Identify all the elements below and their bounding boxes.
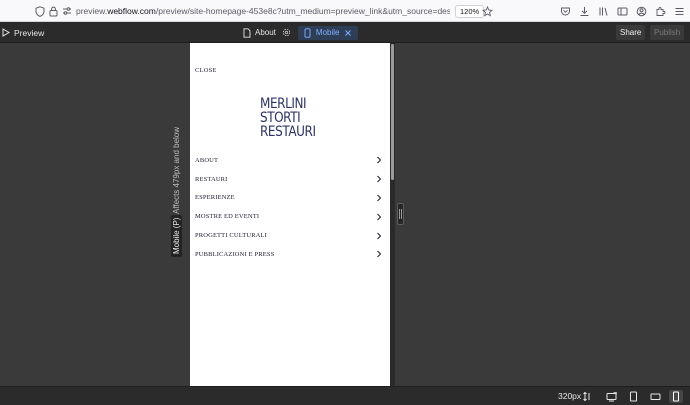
menu-item-esperienze[interactable]: ESPERIENZE (195, 189, 383, 208)
chevron-right-icon (375, 175, 383, 183)
menu-item-label: PROGETTI CULTURALI (195, 232, 267, 240)
lock-icon[interactable] (46, 4, 60, 18)
publish-button[interactable]: Publish (650, 25, 685, 40)
chevron-right-icon (375, 156, 383, 164)
bookmark-star-icon[interactable] (480, 4, 494, 18)
menu-item-progetti-culturali[interactable]: PROGETTI CULTURALI (195, 226, 383, 245)
site-logo[interactable]: MERLINI STORTI RESTAURI (260, 96, 316, 140)
logo-line: STORTI (260, 110, 301, 126)
chevron-right-icon (375, 250, 383, 258)
logo-line: MERLINI (260, 96, 307, 112)
menu-item-label: PUBBLICAZIONI E PRESS (195, 250, 275, 258)
resize-handle[interactable] (397, 203, 404, 225)
menu-item-label: ABOUT (195, 156, 219, 164)
menu-item-mostre-ed-eventi[interactable]: MOSTRE ED EVENTI (195, 207, 383, 226)
url-domain: webflow.com (107, 6, 156, 16)
browser-toolbar: preview.webflow.com/preview/site-homepag… (0, 0, 690, 22)
preview-scrollbar-thumb[interactable] (391, 44, 394, 180)
breakpoint-label: Mobile (315, 28, 340, 37)
logo-line: RESTAURI (260, 124, 316, 140)
page-label: About (255, 28, 276, 37)
mobile-nav-menu: ABOUT RESTAURI ESPERIENZE MOSTRE ED EVEN… (195, 151, 383, 264)
mobile-portrait-icon[interactable] (669, 390, 683, 403)
sidebar-icon[interactable] (615, 4, 629, 18)
share-button[interactable]: Share (616, 25, 646, 40)
canvas-width-readout[interactable]: 320px (558, 391, 581, 401)
menu-item-label: RESTAURI (195, 175, 228, 183)
page-breakpoint-controls: About Mobile (243, 25, 359, 40)
page-icon (243, 27, 251, 38)
breakpoint-pill-mobile[interactable]: Mobile (297, 25, 359, 40)
mobile-landscape-icon[interactable] (648, 390, 662, 403)
webflow-bottom-bar: 320px (0, 386, 690, 405)
chevron-right-icon (375, 194, 383, 202)
desktop-breakpoint-icon[interactable] (604, 390, 618, 403)
menu-item-about[interactable]: ABOUT (195, 151, 383, 170)
shield-icon[interactable] (33, 4, 47, 18)
hamburger-menu-icon[interactable] (672, 4, 686, 18)
preview-label: Preview (14, 27, 45, 38)
height-resize-icon[interactable] (580, 390, 594, 403)
pocket-icon[interactable] (558, 4, 572, 18)
mobile-device-icon (304, 27, 311, 38)
menu-item-label: ESPERIENZE (195, 194, 235, 202)
account-icon[interactable] (634, 4, 648, 18)
extensions-icon[interactable] (653, 4, 667, 18)
page-settings-gear-icon[interactable] (282, 28, 292, 38)
page-selector[interactable]: About (243, 27, 276, 38)
menu-item-restauri[interactable]: RESTAURI (195, 170, 383, 189)
preview-button[interactable]: Preview (0, 25, 44, 40)
webflow-top-bar: Preview About Mobile Share Publish (0, 22, 690, 43)
breakpoint-affects-label: Affects 479px and below (172, 126, 181, 214)
menu-item-pubblicazioni-e-press[interactable]: PUBBLICAZIONI E PRESS (195, 245, 383, 264)
close-breakpoint-icon[interactable] (344, 29, 352, 37)
download-icon[interactable] (577, 4, 591, 18)
mobile-preview-frame: CLOSE MERLINI STORTI RESTAURI ABOUT REST… (190, 43, 390, 386)
breakpoint-tag[interactable]: Mobile (P) (171, 214, 182, 257)
play-icon (2, 28, 10, 37)
chevron-right-icon (375, 232, 383, 240)
close-menu-link[interactable]: CLOSE (195, 67, 217, 74)
library-icon[interactable] (596, 4, 610, 18)
url-path: /preview/site-homepage-453e8c?utm_medium… (155, 6, 450, 16)
menu-item-label: MOSTRE ED EVENTI (195, 213, 260, 221)
address-bar[interactable]: preview.webflow.com/preview/site-homepag… (76, 6, 450, 16)
tablet-breakpoint-icon[interactable] (626, 390, 640, 403)
url-prefix: preview. (76, 6, 108, 16)
permissions-icon[interactable] (60, 4, 74, 18)
chevron-right-icon (375, 213, 383, 221)
